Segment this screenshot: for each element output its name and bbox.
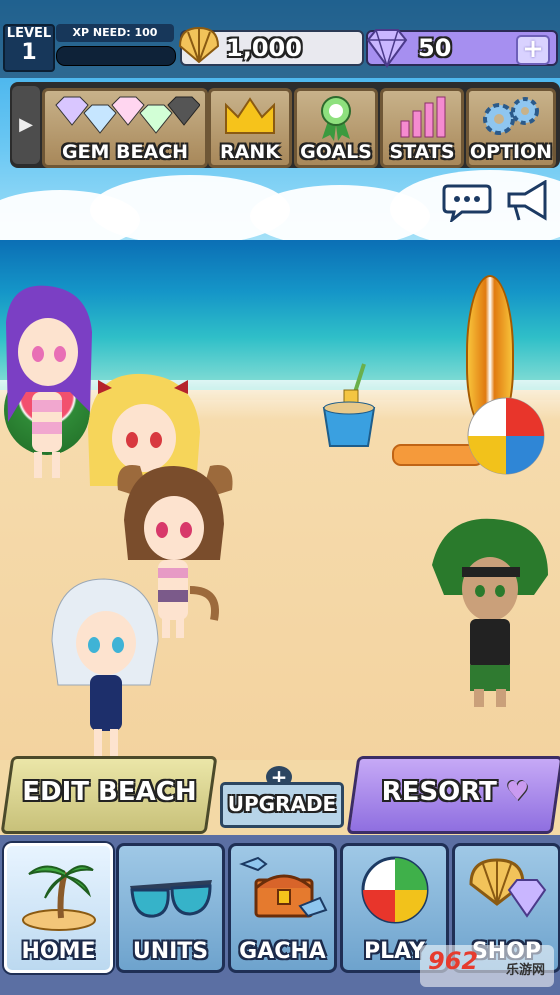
tab-gacha[interactable]: GACHA [228,843,337,973]
tab-gacha-label: GACHA [239,939,326,964]
shell-gem-icon [468,858,546,918]
tab-units-label: UNITS [132,939,209,964]
gem-amount: 50 [418,34,452,62]
bar-chart-icon [400,96,446,138]
menu-bar: ▶ GEM BEACH RANK GOALS STATS OPTION [10,82,560,168]
gem-beach-label: GEM BEACH [61,141,189,163]
gem-beach-button[interactable]: GEM BEACH [42,88,208,168]
option-button[interactable]: OPTION [466,88,556,168]
xp-meter: XP NEED: 100 [56,24,176,66]
gears-icon [483,97,539,135]
goals-button[interactable]: GOALS [294,88,378,168]
edit-beach-button[interactable]: EDIT BEACH [0,756,218,834]
resort-button[interactable]: RESORT ♥ [346,756,560,834]
ribbon-icon [321,96,351,141]
watermark-brand: 962 [428,947,479,975]
level-badge: LEVEL 1 [3,24,55,72]
xp-bar [56,46,176,66]
tab-units[interactable]: UNITS [116,843,225,973]
rank-button[interactable]: RANK [208,88,292,168]
sand-bucket-prop[interactable] [320,360,378,450]
game-screen: LEVEL 1 XP NEED: 100 1,000 50 + ▶ GEM BE… [0,0,560,995]
diamond-icon [366,29,408,68]
seashell-icon [178,26,220,64]
character-green-hair[interactable] [424,515,556,710]
resort-label: RESORT ♥ [355,777,555,807]
palm-island-icon [21,865,96,931]
beach-ball-icon [361,856,428,924]
gem-counter[interactable]: 50 + [366,29,558,68]
rank-label: RANK [220,141,280,163]
coin-counter[interactable]: 1,000 [178,26,364,66]
heart-icon: ♥ [505,777,530,807]
sunglasses-icon [129,880,212,918]
add-gems-button[interactable]: + [516,35,550,65]
level-value: 1 [21,40,37,65]
goals-label: GOALS [300,141,372,163]
tab-home-label: HOME [21,939,96,964]
crown-icon [225,97,275,134]
treasure-chest-icon [238,856,327,918]
watermark-text: 乐游网 [506,963,546,978]
watermark-logo: 962 乐游网 [420,945,554,987]
xp-label: XP NEED: 100 [56,24,174,42]
menu-collapse-button[interactable]: ▶ [12,86,40,164]
megaphone-icon[interactable] [505,180,553,222]
beach-ball-prop[interactable] [466,396,546,476]
stats-button[interactable]: STATS [380,88,464,168]
resort-text: RESORT [381,777,497,807]
tab-home[interactable]: HOME [4,843,113,973]
option-label: OPTION [469,141,553,163]
coin-amount: 1,000 [226,34,302,62]
upgrade-button[interactable]: UPGRADE [220,782,344,828]
gems-row-icon [55,96,200,134]
character-silver-hair[interactable] [46,575,164,760]
edit-beach-label: EDIT BEACH [22,777,197,807]
chat-bubble-icon[interactable] [442,182,492,222]
stats-label: STATS [389,141,455,163]
upgrade-label: UPGRADE [227,792,337,816]
